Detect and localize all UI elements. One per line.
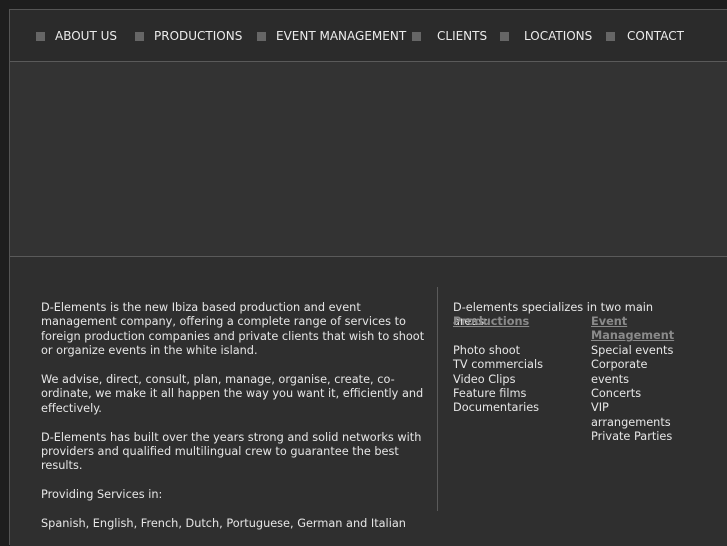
list-item: Video Clips <box>453 372 516 386</box>
list-item: VIP arrangements <box>591 401 671 429</box>
nav-label: EVENT MANAGEMENT <box>276 29 407 43</box>
productions-list: Productions Photo shoot TV commercials V… <box>453 315 563 416</box>
nav-label: LOCATIONS <box>524 29 593 43</box>
nav-label: ABOUT US <box>55 29 118 43</box>
content-area: D-Elements is the new Ibiza based produc… <box>10 257 727 546</box>
nav-label: PRODUCTIONS <box>154 29 243 43</box>
square-bullet-icon <box>606 32 615 41</box>
nav-item-locations[interactable]: LOCATIONS <box>500 28 592 44</box>
event-management-list: Event Management Special events Corporat… <box>591 315 687 445</box>
nav-label: CONTACT <box>627 29 684 43</box>
list-item: Photo shoot <box>453 343 521 357</box>
square-bullet-icon <box>36 32 45 41</box>
list-item: Feature films <box>453 387 527 401</box>
about-paragraph: D-Elements has built over the years stro… <box>41 430 422 473</box>
about-paragraph: We advise, direct, consult, plan, manage… <box>41 373 424 415</box>
list-item: TV commercials <box>453 358 543 372</box>
square-bullet-icon <box>412 32 421 41</box>
square-bullet-icon <box>257 32 266 41</box>
list-item: Concerts <box>591 387 642 401</box>
nav-label: CLIENTS <box>437 29 488 43</box>
specialties: D-elements specializes in two main areas… <box>453 301 674 443</box>
productions-heading[interactable]: Productions <box>453 315 563 329</box>
list-item: Corporate events <box>591 358 648 386</box>
about-paragraph: Spanish, English, French, Dutch, Portugu… <box>41 517 406 531</box>
about-paragraph: Providing Services in: <box>41 488 163 502</box>
nav-item-event-management[interactable]: EVENT MANAGEMENT <box>257 28 406 44</box>
list-item: Documentaries <box>453 401 540 415</box>
about-paragraph: D-Elements is the new Ibiza based produc… <box>41 301 425 358</box>
nav-item-about-us[interactable]: ABOUT US <box>36 28 117 44</box>
column-divider <box>437 287 438 511</box>
list-item: Private Parties <box>591 430 673 444</box>
square-bullet-icon <box>500 32 509 41</box>
nav-item-productions[interactable]: PRODUCTIONS <box>135 28 242 44</box>
about-text: D-Elements is the new Ibiza based produc… <box>41 301 427 546</box>
banner-area <box>10 62 727 257</box>
nav-item-clients[interactable]: CLIENTS <box>412 28 487 44</box>
nav-item-contact[interactable]: CONTACT <box>606 28 684 44</box>
event-management-heading[interactable]: Event Management <box>591 315 687 344</box>
page-frame: ABOUT US PRODUCTIONS EVENT MANAGEMENT CL… <box>9 9 727 546</box>
list-item: Special events <box>591 343 674 357</box>
square-bullet-icon <box>135 32 144 41</box>
main-navigation: ABOUT US PRODUCTIONS EVENT MANAGEMENT CL… <box>10 10 727 62</box>
